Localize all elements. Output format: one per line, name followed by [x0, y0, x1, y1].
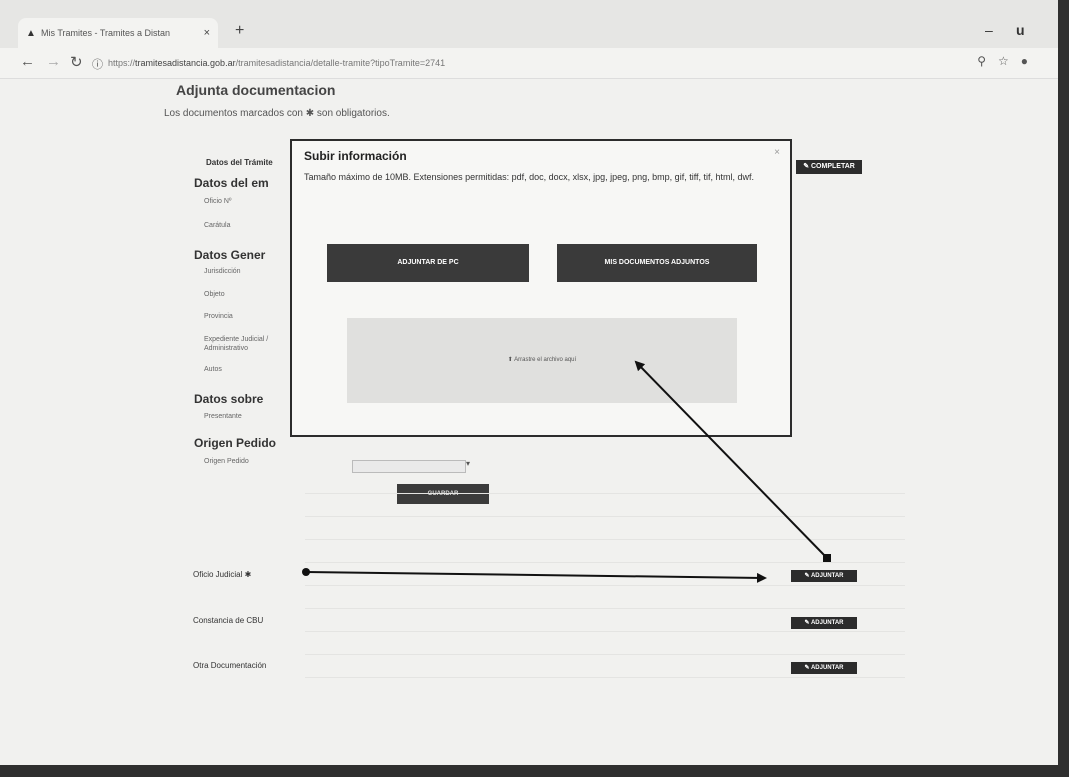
tab-title: Mis Tramites - Tramites a Distan: [41, 28, 171, 38]
browser-window: ▲ Mis Tramites - Tramites a Distan × + –…: [0, 0, 1058, 765]
document-label-otra: Otra Documentación: [193, 661, 267, 670]
browser-tab[interactable]: ▲ Mis Tramites - Tramites a Distan ×: [18, 18, 218, 48]
field-label: Autos: [204, 366, 222, 373]
my-attached-documents-button[interactable]: MIS DOCUMENTOS ADJUNTOS: [557, 244, 757, 282]
browser-toolbar-icons: ⚲☆●: [977, 54, 1040, 68]
file-dropzone[interactable]: ⬆ Arrastre el archivo aquí: [347, 318, 737, 403]
tab-strip: ▲ Mis Tramites - Tramites a Distan × + –…: [0, 0, 1058, 48]
maximize-icon[interactable]: u: [1016, 22, 1025, 38]
url-field[interactable]: https://tramitesadistancia.gob.ar/tramit…: [108, 53, 948, 73]
page-subtitle: Los documentos marcados con ✱ son obliga…: [164, 108, 390, 119]
minimize-icon[interactable]: –: [985, 22, 993, 38]
url-prefix: https://: [108, 58, 136, 68]
upload-modal: Subir información × Tamaño máximo de 10M…: [290, 139, 792, 437]
close-icon[interactable]: ×: [774, 147, 780, 158]
field-label: Expediente Judicial / Administrativo: [204, 336, 269, 352]
zoom-icon[interactable]: ⚲: [977, 54, 998, 68]
field-label: Origen Pedido: [204, 458, 249, 465]
modal-title: Subir información: [304, 149, 407, 163]
section-title-origen: Origen Pedido: [194, 436, 277, 450]
url-host: tramitesadistancia.gob.ar: [135, 58, 236, 68]
page-title: Adjunta documentacion: [176, 82, 336, 98]
modal-description: Tamaño máximo de 10MB. Extensiones permi…: [304, 172, 755, 182]
complete-button[interactable]: ✎ COMPLETAR: [796, 160, 862, 174]
reload-icon[interactable]: ↻: [70, 53, 83, 71]
tab-close-icon[interactable]: ×: [204, 27, 210, 39]
field-label: Carátula: [204, 222, 231, 229]
field-label: Jurisdicción: [204, 268, 241, 275]
section-title-generales: Datos Gener: [194, 248, 266, 262]
document-label-oficio: Oficio Judicial ✱: [193, 570, 252, 579]
account-icon[interactable]: ●: [1021, 54, 1040, 68]
url-path: /tramitesadistancia/detalle-tramite?tipo…: [235, 58, 446, 68]
section-title-empresa: Datos del em: [194, 176, 269, 190]
info-icon[interactable]: ⓘ: [92, 56, 103, 72]
address-bar-row: ← → ↻ ⓘ https://tramitesadistancia.gob.a…: [0, 48, 1058, 79]
field-label: Provincia: [204, 313, 233, 320]
site-favicon-icon: ▲: [26, 27, 36, 39]
field-label: Presentante: [204, 413, 242, 420]
attach-from-pc-button[interactable]: ADJUNTAR DE PC: [327, 244, 529, 282]
section-title-datos-sobre: Datos sobre: [194, 392, 264, 406]
attach-button-cbu[interactable]: ✎ ADJUNTAR: [791, 617, 857, 629]
faint-separators: [305, 493, 905, 723]
new-tab-icon[interactable]: +: [235, 22, 244, 40]
document-label-cbu: Constancia de CBU: [193, 616, 264, 625]
field-label: Oficio Nº: [204, 198, 232, 205]
field-label: Objeto: [204, 291, 225, 298]
back-arrow-icon[interactable]: ←: [20, 53, 35, 70]
forward-arrow-icon[interactable]: →: [46, 53, 61, 70]
origen-pedido-select[interactable]: [352, 460, 466, 473]
attach-button-otra[interactable]: ✎ ADJUNTAR: [791, 662, 857, 674]
form-header-label: Datos del Trámite: [206, 158, 273, 167]
attach-button-oficio[interactable]: ✎ ADJUNTAR: [791, 570, 857, 582]
star-icon[interactable]: ☆: [998, 54, 1021, 68]
chevron-down-icon[interactable]: ▾: [466, 459, 470, 468]
